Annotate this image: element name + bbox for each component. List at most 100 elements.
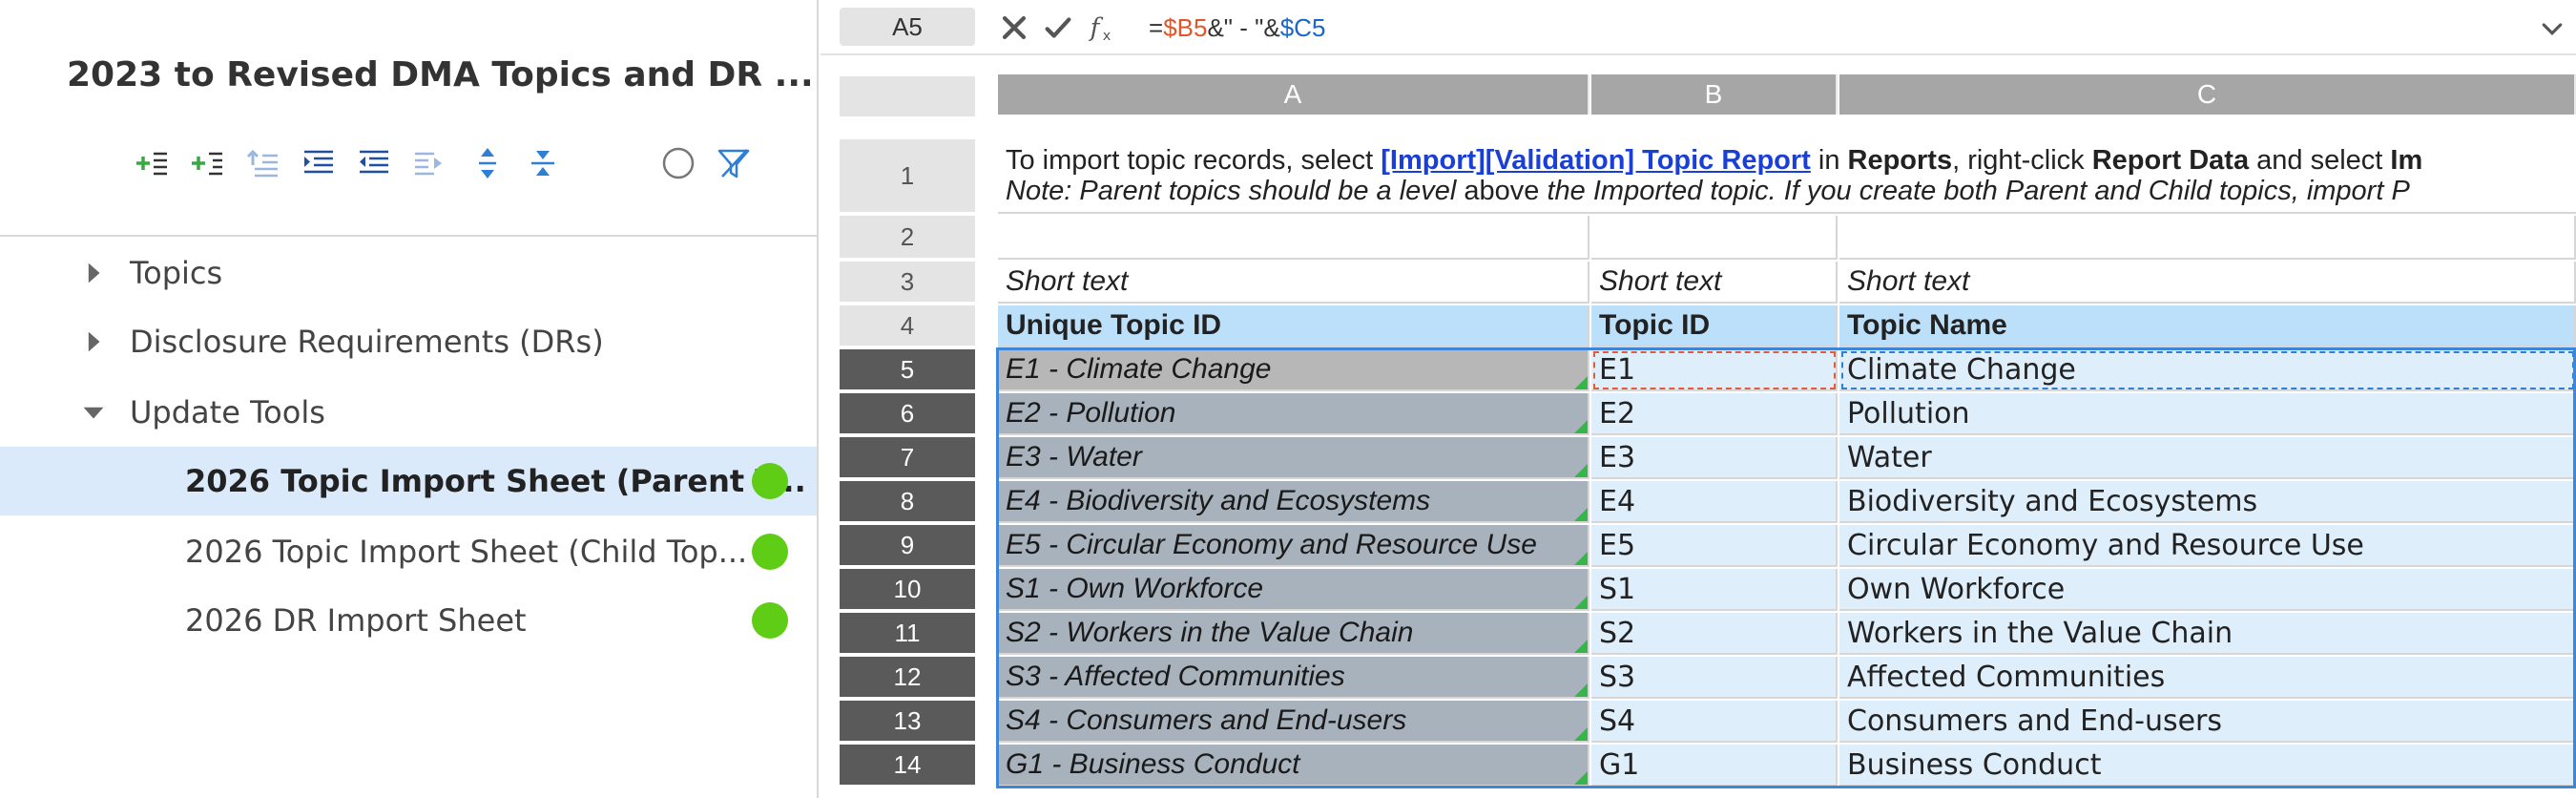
instruction-text: To import topic records, select — [1006, 145, 1381, 176]
field-type-cell[interactable]: Short text — [998, 262, 1589, 304]
unique-topic-id-cell[interactable]: S1 - Own Workforce — [998, 569, 1589, 611]
tree-item[interactable]: 2026 DR Import Sheet — [0, 586, 817, 655]
move-right-icon[interactable] — [406, 141, 450, 185]
cell-text: S2 - Workers in the Value Chain — [1006, 617, 1414, 648]
row-header[interactable]: 9 — [840, 525, 975, 567]
caret-right-icon[interactable] — [80, 328, 107, 355]
unique-topic-id-cell[interactable]: E1 - Climate Change — [998, 349, 1589, 391]
report-link[interactable]: [Import][Validation] Topic Report — [1381, 145, 1811, 176]
status-dot-icon — [752, 534, 788, 570]
topic-id-cell[interactable]: S1 — [1591, 569, 1838, 611]
tree-item[interactable]: 2026 Topic Import Sheet (Child Top... — [0, 517, 817, 586]
circle-icon[interactable] — [656, 141, 700, 185]
row-header[interactable]: 11 — [840, 613, 975, 655]
row-header[interactable]: 12 — [840, 657, 975, 699]
row-header[interactable]: 7 — [840, 437, 975, 479]
formula-input[interactable]: =$B5&" - "&$C5 — [1149, 13, 1325, 43]
row-header[interactable]: 3 — [840, 262, 975, 304]
row-header[interactable]: 8 — [840, 481, 975, 523]
topic-name-cell[interactable]: Workers in the Value Chain — [1839, 613, 2576, 655]
document-title: 2023 to Revised DMA Topics and DR ... — [67, 55, 814, 94]
topic-id-cell[interactable]: E1 — [1591, 349, 1838, 391]
topic-id-cell[interactable]: S2 — [1591, 613, 1838, 655]
topic-name-cell[interactable]: Own Workforce — [1839, 569, 2576, 611]
topic-name-cell[interactable]: Consumers and End-users — [1839, 701, 2576, 743]
unique-topic-id-cell[interactable]: S2 - Workers in the Value Chain — [998, 613, 1589, 655]
topic-name-cell[interactable]: Circular Economy and Resource Use — [1839, 525, 2576, 567]
expand-all-icon[interactable] — [466, 141, 509, 185]
cell-reference-box[interactable]: A5 — [840, 8, 975, 46]
select-all-corner[interactable] — [840, 76, 975, 116]
topic-id-cell[interactable]: S4 — [1591, 701, 1838, 743]
topic-id-cell[interactable]: S3 — [1591, 657, 1838, 699]
instruction-text: in — [1810, 145, 1848, 176]
unique-topic-id-cell[interactable]: E3 - Water — [998, 437, 1589, 479]
instruction-note: Note: Parent topics should be a level — [1006, 176, 1465, 206]
unique-topic-id-cell[interactable]: S3 - Affected Communities — [998, 657, 1589, 699]
empty-cell[interactable] — [1839, 216, 2576, 260]
row-header[interactable]: 5 — [840, 349, 975, 391]
row-header[interactable]: 4 — [840, 305, 975, 347]
tree-item[interactable]: 2026 Topic Import Sheet (Parent T... — [0, 447, 817, 515]
field-type-cell[interactable]: Short text — [1839, 262, 2576, 304]
cell-text: E2 - Pollution — [1006, 397, 1176, 429]
row-header[interactable]: 6 — [840, 393, 975, 435]
topic-id-cell[interactable]: G1 — [1591, 745, 1838, 787]
tree-item-label: Update Tools — [130, 394, 325, 430]
unique-topic-id-cell[interactable]: E4 - Biodiversity and Ecosystems — [998, 481, 1589, 523]
formula-indicator-icon — [1574, 683, 1588, 697]
row-header[interactable]: 2 — [840, 216, 975, 260]
filter-clear-icon[interactable] — [712, 141, 756, 185]
topic-id-cell[interactable]: E5 — [1591, 525, 1838, 567]
topic-id-cell[interactable]: E2 — [1591, 393, 1838, 435]
caret-down-icon[interactable] — [80, 399, 107, 426]
tree-item[interactable]: Update Tools — [0, 378, 817, 447]
tree-item[interactable]: Topics — [0, 239, 817, 307]
row-header[interactable]: 14 — [840, 745, 975, 787]
instruction-row[interactable]: To import topic records, select [Import]… — [998, 139, 2576, 214]
tree-item-label: Disclosure Requirements (DRs) — [130, 324, 604, 360]
insert-above-icon[interactable] — [240, 141, 284, 185]
formula-indicator-icon — [1574, 508, 1588, 521]
tree-item-label: 2026 Topic Import Sheet (Child Top... — [185, 534, 748, 570]
column-header-a[interactable]: A — [998, 74, 1589, 115]
row-header[interactable]: 1 — [840, 139, 975, 214]
function-icon[interactable]: fx — [1086, 10, 1122, 46]
indent-icon[interactable] — [296, 141, 340, 185]
topic-id-cell[interactable]: E4 — [1591, 481, 1838, 523]
column-header-c[interactable]: C — [1839, 74, 2576, 115]
formula-part: = — [1149, 13, 1164, 42]
confirm-icon[interactable] — [1040, 10, 1076, 46]
topic-name-cell[interactable]: Affected Communities — [1839, 657, 2576, 699]
cell-text: E4 - Biodiversity and Ecosystems — [1006, 485, 1431, 516]
row-header[interactable]: 10 — [840, 569, 975, 611]
outdent-icon[interactable] — [351, 141, 395, 185]
column-header-b[interactable]: B — [1591, 74, 1838, 115]
add-sibling-icon[interactable] — [130, 141, 174, 185]
tree-item[interactable]: Disclosure Requirements (DRs) — [0, 307, 817, 376]
unique-topic-id-cell[interactable]: G1 - Business Conduct — [998, 745, 1589, 787]
empty-cell[interactable] — [998, 216, 1589, 260]
field-type-cell[interactable]: Short text — [1591, 262, 1838, 304]
topic-id-cell[interactable]: E3 — [1591, 437, 1838, 479]
spreadsheet-grid[interactable]: ABC 1 2 3 4 5 6 7 8 9 10 11 12 13 14 To import topic … — [821, 55, 2576, 798]
topic-name-cell[interactable]: Pollution — [1839, 393, 2576, 435]
topic-name-cell[interactable]: Water — [1839, 437, 2576, 479]
column-title-cell[interactable]: Topic ID — [1591, 305, 1838, 347]
topic-name-cell[interactable]: Business Conduct — [1839, 745, 2576, 787]
empty-cell[interactable] — [1591, 216, 1838, 260]
instruction-text: and select — [2249, 145, 2391, 176]
column-title-cell[interactable]: Topic Name — [1839, 305, 2576, 347]
topic-name-cell[interactable]: Climate Change — [1839, 349, 2576, 391]
add-child-icon[interactable] — [185, 141, 229, 185]
unique-topic-id-cell[interactable]: S4 - Consumers and End-users — [998, 701, 1589, 743]
column-title-cell[interactable]: Unique Topic ID — [998, 305, 1589, 347]
collapse-all-icon[interactable] — [521, 141, 565, 185]
caret-right-icon[interactable] — [80, 260, 107, 286]
unique-topic-id-cell[interactable]: E5 - Circular Economy and Resource Use — [998, 525, 1589, 567]
topic-name-cell[interactable]: Biodiversity and Ecosystems — [1839, 481, 2576, 523]
chevron-down-icon[interactable] — [2538, 15, 2566, 44]
cancel-icon[interactable] — [996, 10, 1032, 46]
unique-topic-id-cell[interactable]: E2 - Pollution — [998, 393, 1589, 435]
row-header[interactable]: 13 — [840, 701, 975, 743]
